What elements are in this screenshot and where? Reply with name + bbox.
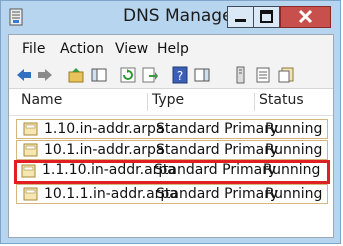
zone-list: Name Type Status 1.10.in-addr.arpa Stand… xyxy=(9,89,333,237)
close-button[interactable] xyxy=(280,6,331,28)
svg-text:?: ? xyxy=(177,69,183,83)
properties-icon[interactable] xyxy=(277,66,295,84)
refresh-icon[interactable] xyxy=(119,66,137,84)
zone-icon xyxy=(23,143,38,157)
export-list-icon[interactable] xyxy=(141,66,159,84)
list-header: Name Type Status xyxy=(9,89,333,116)
menu-help[interactable]: Help xyxy=(157,41,189,57)
show-hide-tree-icon[interactable] xyxy=(90,66,108,84)
client-area: File Action View Help ? Name Type Status… xyxy=(8,34,334,238)
minimize-icon xyxy=(235,19,246,22)
zone-icon xyxy=(23,122,38,136)
maximize-button[interactable] xyxy=(253,6,280,28)
zone-file-icon[interactable] xyxy=(254,66,272,84)
column-header-status[interactable]: Status xyxy=(259,92,304,112)
server-icon[interactable] xyxy=(231,66,249,84)
zone-type: Standard Primary xyxy=(156,142,279,158)
zone-icon xyxy=(21,164,36,178)
menu-action[interactable]: Action xyxy=(60,41,104,57)
dns-manager-window: DNS Manager File Action View Help ? Name… xyxy=(0,0,341,244)
dns-manager-app-icon xyxy=(9,8,23,26)
zone-status: Running xyxy=(263,162,321,178)
column-divider[interactable] xyxy=(254,93,255,111)
zone-row[interactable]: 10.1.1.in-addr.arpa Standard Primary Run… xyxy=(16,184,328,204)
close-icon xyxy=(298,9,313,24)
column-header-type[interactable]: Type xyxy=(152,92,184,112)
zone-status: Running xyxy=(265,142,323,158)
zone-type: Standard Primary xyxy=(156,121,279,137)
column-divider[interactable] xyxy=(147,93,148,111)
zone-name: 1.10.in-addr.arpa xyxy=(44,121,165,137)
zone-type: Standard Primary xyxy=(154,162,277,178)
up-folder-icon[interactable] xyxy=(67,66,85,84)
window-title: DNS Manager xyxy=(123,6,240,26)
zone-row-highlighted[interactable]: 1.1.10.in-addr.arpa Standard Primary Run… xyxy=(14,160,330,184)
menu-view[interactable]: View xyxy=(115,41,148,57)
show-hide-action-pane-icon[interactable] xyxy=(193,66,211,84)
title-bar[interactable]: DNS Manager xyxy=(1,1,340,33)
zone-icon xyxy=(23,187,38,201)
help-icon[interactable]: ? xyxy=(171,66,189,84)
toolbar: ? xyxy=(9,62,333,89)
zone-status: Running xyxy=(265,186,323,202)
zone-row[interactable]: 10.1.in-addr.arpa Standard Primary Runni… xyxy=(16,140,328,160)
back-arrow-icon[interactable] xyxy=(15,66,33,84)
maximize-icon xyxy=(260,10,273,23)
forward-arrow-icon[interactable] xyxy=(36,66,54,84)
column-header-name[interactable]: Name xyxy=(21,92,62,112)
zone-name: 10.1.in-addr.arpa xyxy=(44,142,165,158)
menu-file[interactable]: File xyxy=(22,41,45,57)
zone-status: Running xyxy=(265,121,323,137)
minimize-button[interactable] xyxy=(227,6,254,28)
menu-bar: File Action View Help xyxy=(9,35,333,62)
zone-row[interactable]: 1.10.in-addr.arpa Standard Primary Runni… xyxy=(16,119,328,139)
zone-type: Standard Primary xyxy=(156,186,279,202)
